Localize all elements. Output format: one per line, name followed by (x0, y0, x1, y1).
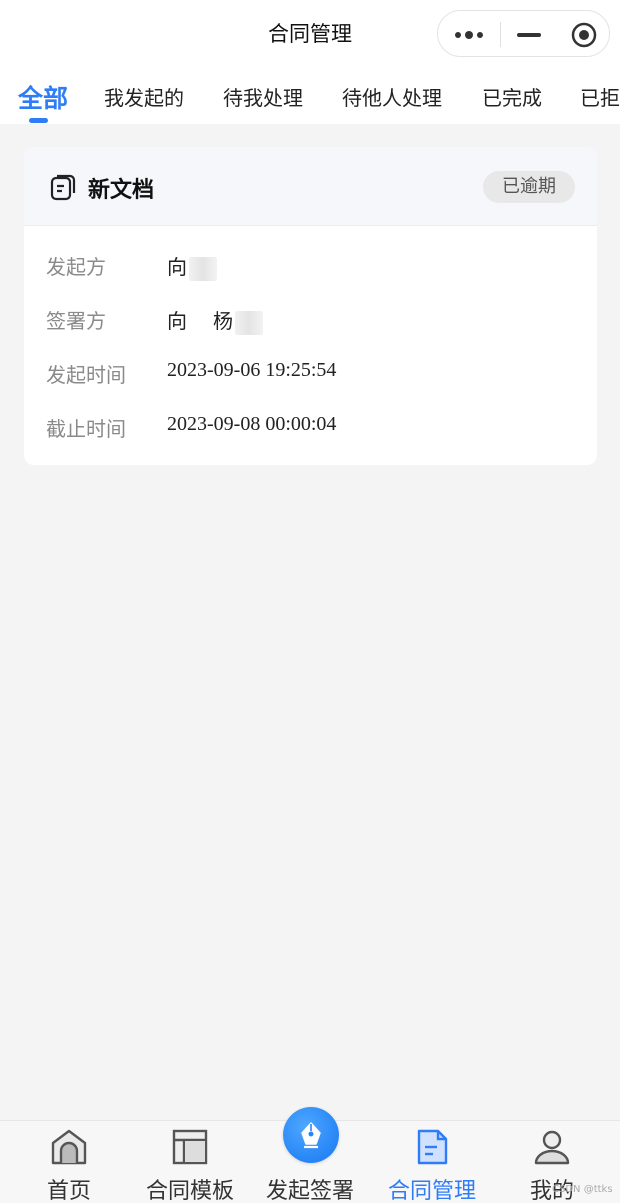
signer-name-2: 杨 (213, 309, 233, 333)
contract-title: 新文档 (88, 178, 155, 203)
watermark: CSDN @ttks (552, 1184, 613, 1195)
redacted-mask (189, 310, 213, 335)
field-label: 发起时间 (46, 363, 126, 387)
contract-card[interactable]: 新文档 已逾期 发起方 向 签署方 向杨 发起时间 2023-09-06 19:… (24, 147, 597, 465)
tab-pending-me[interactable]: 待我处理 (223, 82, 303, 111)
home-icon (51, 1129, 87, 1165)
tab-rejected[interactable]: 已拒 (580, 82, 620, 111)
redacted-mask (235, 310, 263, 335)
status-tabs: 全部 我发起的 待我处理 待他人处理 已完成 已拒 (0, 66, 620, 124)
field-deadline: 截止时间 2023-09-08 00:00:04 (24, 413, 597, 443)
redacted-mask (189, 256, 217, 281)
tab-all[interactable]: 全部 (18, 79, 68, 115)
card-header: 新文档 已逾期 (24, 147, 597, 226)
field-label: 签署方 (46, 309, 106, 333)
signer-name-1: 向 (167, 309, 187, 333)
template-icon (172, 1129, 208, 1165)
field-label: 截止时间 (46, 417, 126, 441)
tabbar-label: 合同管理 (387, 1179, 476, 1203)
minimize-icon (516, 32, 541, 37)
field-label: 发起方 (46, 255, 106, 279)
tabbar-label: 发起签署 (265, 1179, 354, 1203)
field-value: 2023-09-08 00:00:04 (167, 413, 337, 435)
status-badge: 已逾期 (483, 171, 575, 203)
user-icon (534, 1130, 570, 1165)
tab-initiated-by-me[interactable]: 我发起的 (104, 82, 184, 111)
field-value: 2023-09-06 19:25:54 (167, 359, 337, 381)
active-tab-indicator (29, 118, 48, 123)
field-value: 向 (167, 251, 217, 281)
miniprogram-capsule (437, 10, 610, 57)
initiator-name: 向 (167, 255, 187, 279)
tabbar-label: 首页 (46, 1179, 91, 1203)
tabbar-item-home[interactable]: 首页 (7, 1121, 131, 1203)
more-button[interactable] (438, 11, 500, 58)
field-value: 向杨 (167, 305, 263, 335)
start-signing-button[interactable] (283, 1107, 339, 1163)
tabbar-item-templates[interactable]: 合同模板 (128, 1121, 252, 1203)
tabbar-label: 合同模板 (145, 1179, 234, 1203)
navigation-bar: 合同管理 (0, 0, 620, 66)
tabbar-item-contract-management[interactable]: 合同管理 (370, 1121, 494, 1203)
close-circle-icon (571, 22, 596, 47)
field-initiated-time: 发起时间 2023-09-06 19:25:54 (24, 359, 597, 389)
more-icon (455, 30, 483, 39)
field-initiator: 发起方 向 (24, 251, 597, 281)
tab-pending-others[interactable]: 待他人处理 (342, 82, 442, 111)
minimize-button[interactable] (501, 11, 556, 58)
close-button[interactable] (556, 11, 611, 58)
tab-completed[interactable]: 已完成 (482, 82, 542, 111)
contract-doc-icon (417, 1129, 448, 1165)
sign-pen-icon (301, 1122, 321, 1149)
document-icon (50, 174, 76, 201)
field-signer: 签署方 向杨 (24, 305, 597, 335)
